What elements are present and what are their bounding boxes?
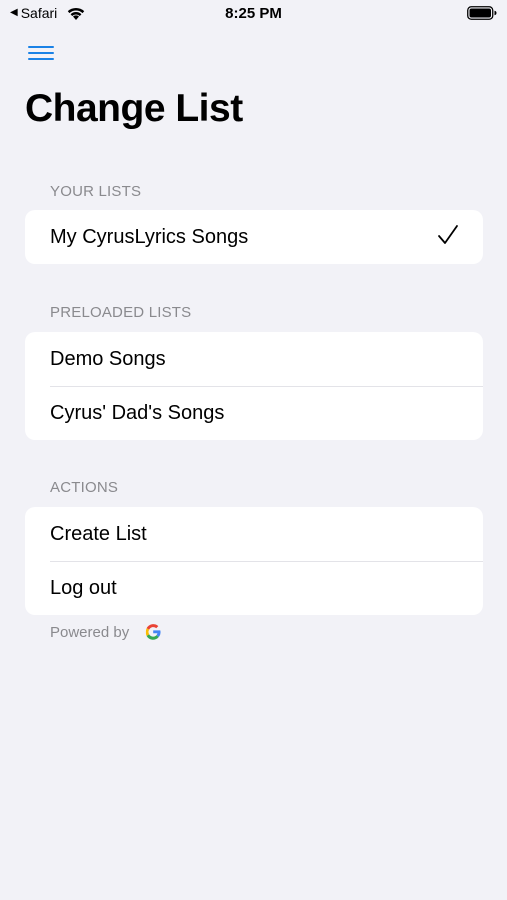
list-item-label: My CyrusLyrics Songs — [50, 225, 249, 248]
your-lists-group: My CyrusLyrics Songs — [25, 210, 483, 264]
status-time: 8:25 PM — [225, 5, 282, 22]
section-header-actions: ACTIONS — [50, 479, 119, 496]
log-out-button[interactable]: Log out — [25, 561, 483, 615]
google-logo-icon — [146, 624, 161, 640]
list-item-label: Demo Songs — [50, 347, 166, 370]
log-out-label: Log out — [50, 576, 117, 599]
list-item-my-cyruslyrics-songs[interactable]: My CyrusLyrics Songs — [25, 210, 483, 264]
list-item-demo-songs[interactable]: Demo Songs — [25, 332, 483, 386]
powered-by-footer: Powered by — [50, 622, 163, 642]
preloaded-lists-group: Demo Songs Cyrus' Dad's Songs — [25, 332, 483, 440]
battery-icon — [467, 6, 497, 20]
page-title: Change List — [25, 87, 243, 130]
checkmark-icon — [438, 225, 458, 244]
actions-group: Create List Log out — [25, 507, 483, 615]
menu-button[interactable] — [27, 42, 57, 64]
create-list-button[interactable]: Create List — [25, 507, 483, 561]
powered-by-label: Powered by — [50, 623, 130, 641]
section-header-preloaded-lists: PRELOADED LISTS — [50, 304, 192, 321]
list-item-cyrus-dads-songs[interactable]: Cyrus' Dad's Songs — [25, 386, 483, 440]
section-header-your-lists: YOUR LISTS — [50, 183, 142, 200]
list-item-label: Cyrus' Dad's Songs — [50, 401, 225, 424]
status-bar: ◀ Safari 8:25 PM — [0, 0, 507, 28]
create-list-label: Create List — [50, 522, 147, 545]
